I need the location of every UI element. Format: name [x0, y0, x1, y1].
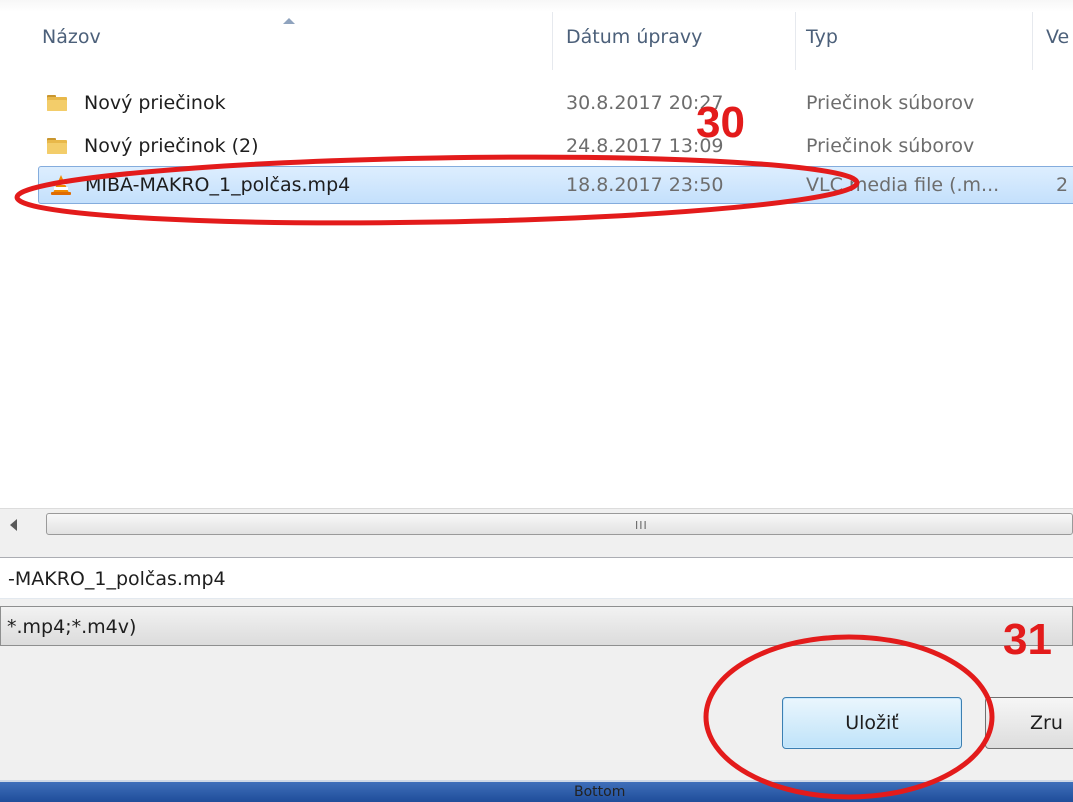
vlc-icon: [51, 175, 71, 195]
file-date: 18.8.2017 23:50: [566, 174, 724, 196]
scrollbar-grip: III: [635, 519, 648, 532]
save-button[interactable]: Uložiť: [782, 697, 962, 749]
list-item-selected[interactable]: MIBA-MAKRO_1_polčas.mp4 18.8.2017 23:50 …: [38, 166, 1073, 204]
folder-icon: [47, 138, 67, 154]
filetype-select[interactable]: *.mp4;*.m4v): [0, 606, 1073, 646]
column-separator[interactable]: [552, 12, 553, 70]
column-date[interactable]: Dátum úpravy: [566, 26, 702, 48]
cancel-button-label: Zru: [1030, 712, 1063, 734]
file-type: Priečinok súborov: [806, 135, 975, 157]
column-size[interactable]: Ve: [1046, 26, 1069, 48]
filetype-value: *.mp4;*.m4v): [7, 616, 137, 638]
file-name: Nový priečinok (2): [84, 135, 259, 157]
column-header: Názov Dátum úpravy Typ Ve: [0, 12, 1073, 70]
column-name[interactable]: Názov: [42, 26, 101, 48]
file-type: VLC media file (.m...: [806, 174, 1000, 196]
sort-ascending-icon: [283, 18, 295, 24]
file-size: 2: [1056, 174, 1069, 196]
save-button-label: Uložiť: [845, 712, 899, 734]
annotation-number: 31: [1003, 615, 1052, 664]
cancel-button[interactable]: Zru: [985, 697, 1073, 749]
scrollbar-thumb[interactable]: III: [46, 513, 1073, 535]
scroll-left-icon[interactable]: [10, 519, 17, 531]
taskbar: [0, 780, 1073, 802]
taskbar-label: Bottom: [574, 784, 626, 800]
list-item[interactable]: Nový priečinok 30.8.2017 20:27 Priečinok…: [38, 84, 1073, 122]
horizontal-scrollbar[interactable]: III: [0, 508, 1073, 541]
file-name: MIBA-MAKRO_1_polčas.mp4: [85, 174, 351, 196]
column-separator[interactable]: [795, 12, 796, 70]
column-type[interactable]: Typ: [806, 26, 838, 48]
folder-icon: [47, 95, 67, 111]
file-type: Priečinok súborov: [806, 92, 975, 114]
file-name: Nový priečinok: [84, 92, 226, 114]
list-item[interactable]: Nový priečinok (2) 24.8.2017 13:09 Prieč…: [38, 127, 1073, 165]
filename-field[interactable]: -MAKRO_1_polčas.mp4: [0, 557, 1073, 599]
annotation-number: 30: [696, 98, 745, 147]
column-separator[interactable]: [1032, 12, 1033, 70]
filename-value: -MAKRO_1_polčas.mp4: [8, 568, 226, 590]
